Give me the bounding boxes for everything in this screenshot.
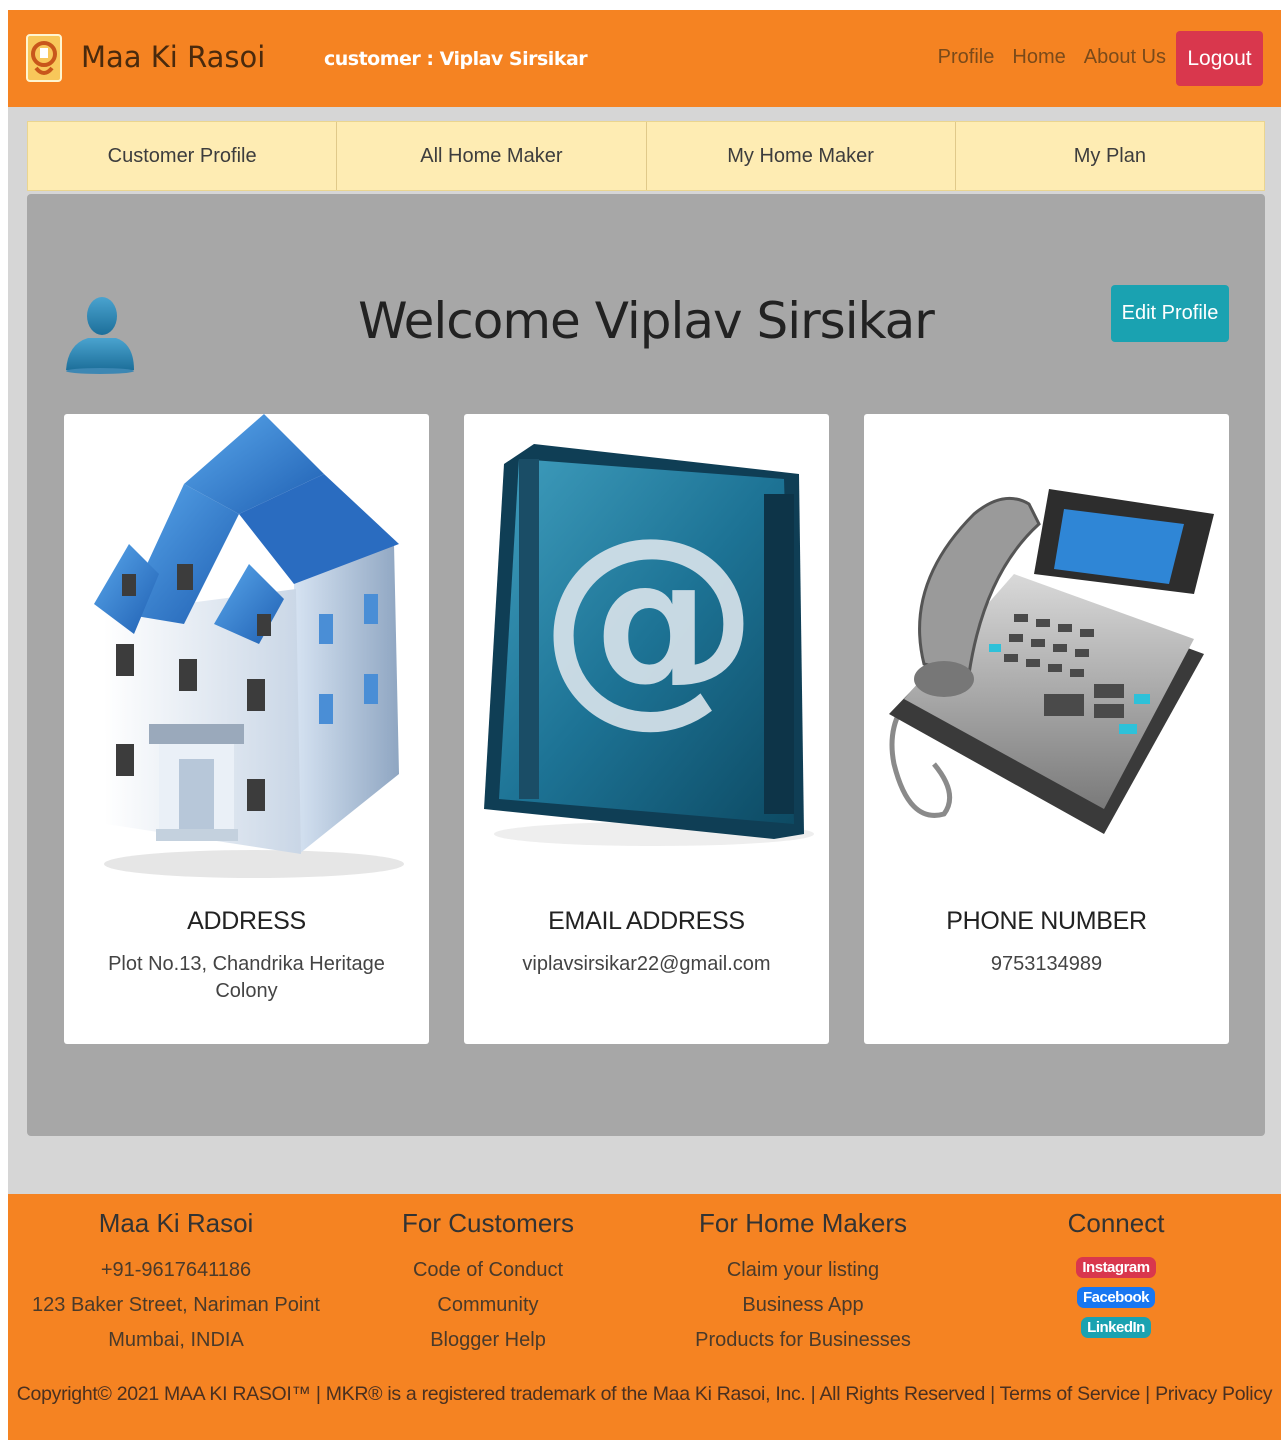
footer-link-claim-listing[interactable]: Claim your listing <box>648 1253 958 1288</box>
footer-connect-title: Connect <box>1067 1208 1165 1238</box>
footer-link-business-app[interactable]: Business App <box>648 1288 958 1323</box>
footer-link-products-businesses[interactable]: Products for Businesses <box>648 1323 958 1358</box>
profile-tabs: Customer Profile All Home Maker My Home … <box>27 121 1265 191</box>
phone-card: PHONE NUMBER 9753134989 <box>864 414 1229 1044</box>
footer-city: Mumbai, INDIA <box>108 1329 244 1351</box>
welcome-heading: Welcome Viplav Sirsikar <box>358 292 935 350</box>
email-title: EMAIL ADDRESS <box>548 907 745 935</box>
profile-panel: Welcome Viplav Sirsikar Edit Profile ADD… <box>27 194 1265 1136</box>
edit-profile-button[interactable]: Edit Profile <box>1111 285 1229 342</box>
nav-link-about-us[interactable]: About Us <box>1084 46 1166 69</box>
linkedin-badge[interactable]: LinkedIn <box>1081 1317 1151 1338</box>
nav-links: Profile Home About Us <box>938 46 1166 69</box>
footer-link-code-of-conduct[interactable]: Code of Conduct <box>338 1253 638 1288</box>
copyright-text: Copyright© 2021 MAA KI RASOI™ | MKR® is … <box>16 1383 1273 1405</box>
site-footer: Maa Ki Rasoi +91-9617641186 123 Baker St… <box>8 1194 1281 1440</box>
tab-all-home-maker[interactable]: All Home Maker <box>337 122 647 190</box>
address-title: ADDRESS <box>187 907 306 935</box>
facebook-badge[interactable]: Facebook <box>1076 1287 1156 1308</box>
top-navbar: Maa Ki Rasoi customer : Viplav Sirsikar … <box>8 10 1281 107</box>
phone-title: PHONE NUMBER <box>946 907 1147 935</box>
footer-street: 123 Baker Street, Nariman Point <box>32 1294 320 1316</box>
footer-phone: +91-9617641186 <box>100 1259 252 1281</box>
footer-brand-title: Maa Ki Rasoi <box>98 1208 254 1238</box>
house-icon <box>94 414 404 878</box>
nav-link-profile[interactable]: Profile <box>938 46 995 69</box>
email-book-icon: @ <box>484 444 814 846</box>
logout-button[interactable]: Logout <box>1176 31 1263 86</box>
instagram-badge[interactable]: Instagram <box>1076 1257 1156 1278</box>
footer-connect-column: Connect Instagram Facebook LinkedIn <box>1016 1208 1216 1343</box>
email-card: @ EMAIL ADDRESS viplavsirsikar22@gmail.c… <box>464 414 829 1044</box>
footer-customers-column: For Customers Code of Conduct Community … <box>338 1208 638 1358</box>
tab-my-plan[interactable]: My Plan <box>956 122 1264 190</box>
brand-logo-icon[interactable] <box>26 34 62 82</box>
address-value: Plot No.13, Chandrika Heritage Colony <box>108 953 385 1002</box>
footer-link-blogger-help[interactable]: Blogger Help <box>338 1323 638 1358</box>
footer-link-community[interactable]: Community <box>338 1288 638 1323</box>
brand-name[interactable]: Maa Ki Rasoi <box>81 40 265 74</box>
telephone-icon <box>889 489 1214 834</box>
email-value: viplavsirsikar22@gmail.com <box>522 953 771 975</box>
footer-homemakers-column: For Home Makers Claim your listing Busin… <box>648 1208 958 1358</box>
phone-value: 9753134989 <box>990 953 1103 975</box>
customer-name-label: customer : Viplav Sirsikar <box>324 48 588 70</box>
page-frame: Maa Ki Rasoi customer : Viplav Sirsikar … <box>8 10 1281 1440</box>
footer-homemakers-title: For Home Makers <box>698 1208 908 1238</box>
footer-brand-column: Maa Ki Rasoi +91-9617641186 123 Baker St… <box>26 1208 326 1358</box>
nav-link-home[interactable]: Home <box>1012 46 1065 69</box>
svg-text:@: @ <box>539 490 759 746</box>
footer-customers-title: For Customers <box>402 1208 574 1238</box>
tab-my-home-maker[interactable]: My Home Maker <box>647 122 956 190</box>
address-card: ADDRESS Plot No.13, Chandrika Heritage C… <box>64 414 429 1044</box>
tab-customer-profile[interactable]: Customer Profile <box>28 122 338 190</box>
